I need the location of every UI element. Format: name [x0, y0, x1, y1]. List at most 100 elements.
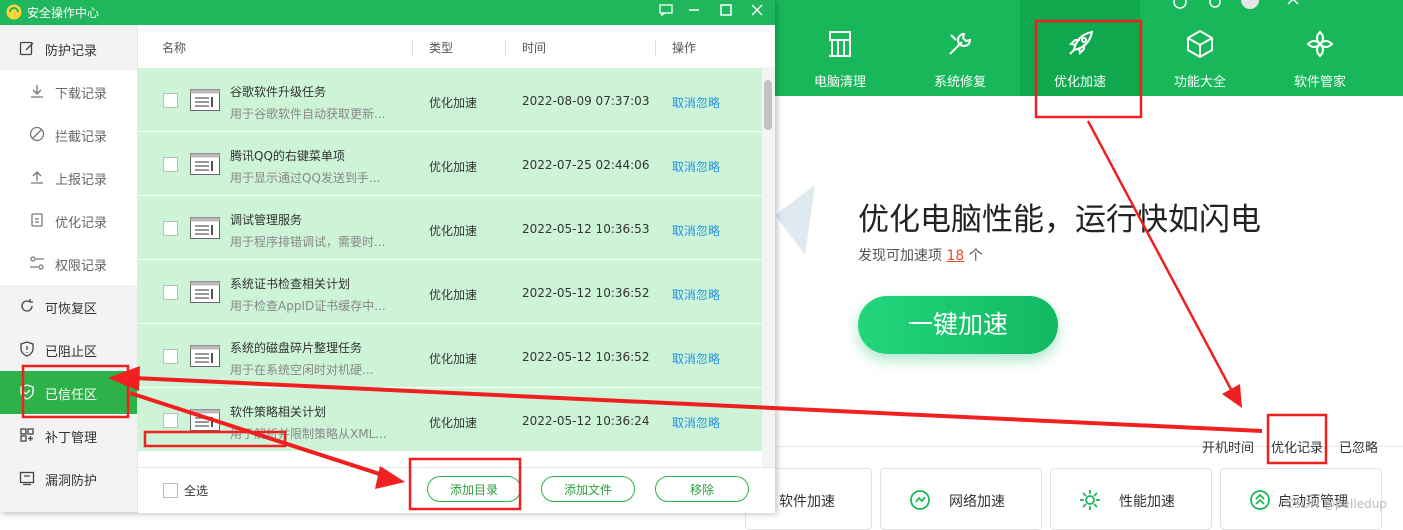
network-icon — [910, 490, 930, 510]
paper-plane-decoration — [775, 185, 815, 255]
cancel-ignore-link[interactable]: 取消忽略 — [672, 350, 720, 367]
row-type: 优化加速 — [429, 352, 478, 366]
cancel-ignore-link[interactable]: 取消忽略 — [672, 94, 720, 111]
minimize-button[interactable] — [683, 1, 705, 23]
one-click-accelerate-button[interactable]: 一键加速 — [858, 296, 1058, 354]
cancel-ignore-link[interactable]: 取消忽略 — [672, 286, 720, 303]
vulnerability-icon — [19, 471, 35, 486]
row-time: 2022-08-09 07:37:03 — [522, 94, 650, 108]
table-row[interactable]: 软件策略相关计划 用于解析并限制策略从XML... 优化加速 2022-05-12 1… — [138, 388, 762, 452]
sidebar-item-intercept-log[interactable]: 拦截记录 — [0, 113, 137, 156]
document-icon — [190, 217, 220, 239]
add-file-button[interactable]: 添加文件 — [541, 476, 635, 502]
dialog-titlebar[interactable]: 安全操作中心 — [0, 0, 775, 25]
boot-time-link[interactable]: 开机时间 — [1202, 437, 1254, 456]
table-header: 名称 类型 时间 操作 — [138, 25, 775, 67]
optimize-record-link[interactable]: 优化记录 — [1271, 437, 1323, 456]
column-header-time: 时间 — [522, 41, 547, 55]
row-checkbox[interactable] — [163, 413, 178, 428]
sidebar-item-label: 已阻止区 — [45, 345, 98, 360]
row-checkbox[interactable] — [163, 285, 178, 300]
nav-label: 优化加速 — [1053, 75, 1106, 90]
download-icon — [31, 85, 43, 98]
sidebar-item-permission-log[interactable]: 权限记录 — [0, 242, 137, 285]
nav-system-repair[interactable]: 系统修复 — [900, 0, 1020, 96]
cube-icon — [1187, 29, 1213, 59]
shield-icon — [20, 341, 34, 357]
dialog-sidebar: 防护记录 下载记录 拦截记录 上报记录 优化记录 权限记录 可恢复区 已阻止区 — [0, 25, 138, 512]
sidebar-item-label: 已信任区 — [45, 388, 98, 403]
restore-icon — [21, 299, 33, 312]
select-all-checkbox[interactable] — [163, 483, 178, 498]
maximize-button[interactable] — [715, 1, 737, 23]
optimize-record-icon — [31, 213, 43, 227]
sidebar-item-label: 拦截记录 — [55, 130, 108, 145]
row-type: 优化加速 — [429, 416, 478, 430]
edit-icon — [19, 41, 34, 56]
gear-icon — [1080, 490, 1100, 510]
close-button[interactable] — [746, 1, 768, 23]
row-checkbox[interactable] — [163, 93, 178, 108]
sidebar-item-label: 优化记录 — [55, 216, 108, 231]
hero-subtitle: 发现可加速项 18 个 — [858, 245, 983, 265]
column-header-action: 操作 — [672, 41, 697, 55]
trusted-shield-icon — [20, 384, 34, 400]
card-label: 软件加速 — [779, 494, 835, 510]
security-center-dialog: 安全操作中心 防护记录 下载记录 拦截记录 上报记录 优化记录 权限记录 可恢复… — [0, 0, 775, 513]
sidebar-item-trusted-zone[interactable]: 已信任区 — [0, 371, 137, 414]
row-checkbox[interactable] — [163, 349, 178, 364]
nav-computer-clean[interactable]: 电脑清理 — [780, 0, 900, 96]
select-all-label[interactable]: 全选 — [184, 482, 208, 499]
nav-label: 软件管家 — [1293, 75, 1346, 90]
sidebar-item-label: 漏洞防护 — [45, 474, 98, 489]
sidebar-item-vulnerability-protection[interactable]: 漏洞防护 — [0, 457, 137, 500]
ignored-link[interactable]: 已忽略 — [1339, 437, 1378, 456]
sidebar-item-label: 下载记录 — [55, 87, 108, 102]
column-header-type: 类型 — [429, 41, 454, 55]
accel-count[interactable]: 18 — [946, 248, 964, 264]
row-name: 谷歌软件升级任务 — [230, 85, 327, 99]
cancel-ignore-link[interactable]: 取消忽略 — [672, 158, 720, 175]
row-description: 用于谷歌软件自动获取更新... — [230, 107, 386, 121]
sidebar-item-recoverable-zone[interactable]: 可恢复区 — [0, 285, 137, 328]
row-type: 优化加速 — [429, 288, 478, 302]
sidebar-item-label: 权限记录 — [55, 259, 108, 274]
row-time: 2022-05-12 10:36:53 — [522, 222, 650, 236]
sidebar-item-protection-log[interactable]: 防护记录 — [0, 27, 137, 70]
card-label: 网络加速 — [949, 494, 1005, 510]
table-row[interactable]: 系统的磁盘碎片整理任务 用于在系统空闲时对机硬... 优化加速 2022-05-12 … — [138, 324, 762, 388]
rocket-icon — [1068, 30, 1094, 56]
table-row[interactable]: 系统证书检查相关计划 用于检查AppID证书缓存中... 优化加速 2022-05-1… — [138, 260, 762, 324]
remove-button[interactable]: 移除 — [655, 476, 749, 502]
row-time: 2022-05-12 10:36:52 — [522, 350, 650, 364]
cancel-ignore-link[interactable]: 取消忽略 — [672, 222, 720, 239]
row-time: 2022-07-25 02:44:06 — [522, 158, 650, 172]
row-checkbox[interactable] — [163, 157, 178, 172]
table-row[interactable]: 调试管理服务 用于程序排错调试，需要时... 优化加速 2022-05-12 10:3… — [138, 196, 762, 260]
card-label: 性能加速 — [1119, 494, 1175, 510]
sidebar-item-patch-management[interactable]: 补丁管理 — [0, 414, 137, 457]
column-separator — [655, 40, 656, 56]
table-row[interactable]: 腾讯QQ的右键菜单项 用于显示通过QQ发送到手... 优化加速 2022-07-25 … — [138, 132, 762, 196]
nav-feature-list[interactable]: 功能大全 — [1140, 0, 1260, 96]
table-row[interactable]: 谷歌软件升级任务用于谷歌软件自动获取更新... 优化加速 2022-08-09 07… — [138, 68, 762, 132]
row-description: 用于解析并限制策略从XML... — [230, 427, 387, 441]
hero-title: 优化电脑性能，运行快如闪电 — [858, 202, 1261, 238]
sidebar-item-label: 补丁管理 — [45, 431, 98, 446]
row-description: 用于显示通过QQ发送到手... — [230, 171, 381, 185]
add-directory-button[interactable]: 添加目录 — [427, 476, 521, 502]
row-checkbox[interactable] — [163, 221, 178, 236]
app-logo-icon — [6, 4, 22, 20]
nav-optimize-accel[interactable]: 优化加速 — [1020, 0, 1140, 96]
sidebar-item-download-log[interactable]: 下载记录 — [0, 70, 137, 113]
nav-software-manager[interactable]: 软件管家 — [1260, 0, 1380, 96]
cancel-ignore-link[interactable]: 取消忽略 — [672, 414, 720, 431]
sidebar-item-optimize-log[interactable]: 优化记录 — [0, 199, 137, 242]
startup-icon — [1250, 490, 1270, 510]
row-type: 优化加速 — [429, 96, 478, 110]
feedback-icon[interactable] — [655, 1, 677, 23]
scrollbar-thumb[interactable] — [764, 80, 772, 130]
sidebar-item-report-log[interactable]: 上报记录 — [0, 156, 137, 199]
sidebar-item-blocked-zone[interactable]: 已阻止区 — [0, 328, 137, 371]
permission-icon — [30, 256, 44, 270]
